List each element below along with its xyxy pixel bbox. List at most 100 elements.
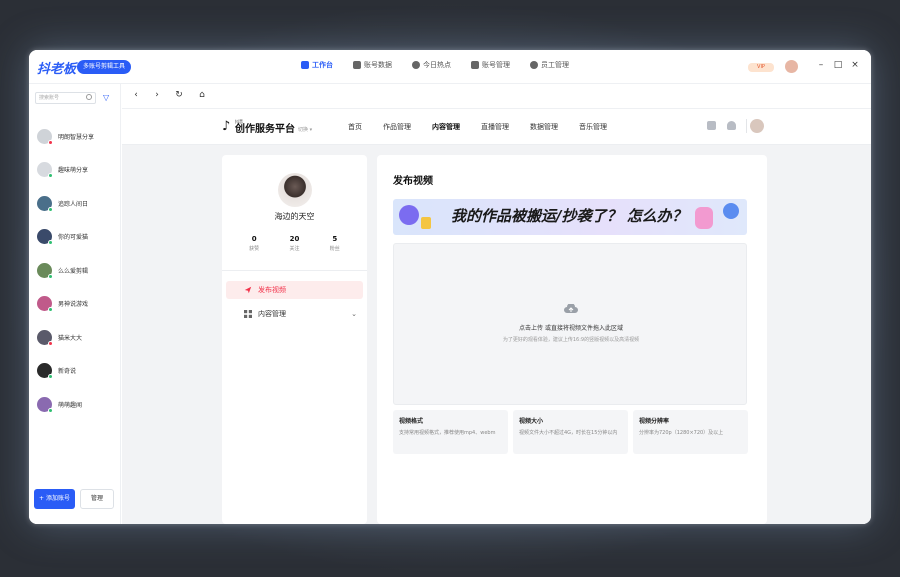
info-card-title: 视频分辨率: [639, 418, 670, 425]
avatar: [37, 396, 53, 413]
status-dot: [48, 273, 53, 279]
avatar: [37, 262, 53, 279]
stat-value: 5: [332, 235, 338, 243]
manage-button[interactable]: 管理: [80, 489, 114, 509]
user-avatar[interactable]: [785, 60, 798, 73]
info-card-desc: 分辨率为720p（1280×720）及以上: [639, 430, 724, 436]
site-switch[interactable]: 切换 ▾: [298, 126, 312, 133]
chart-icon: [353, 61, 361, 69]
avatar: [37, 329, 53, 346]
status-dot: [48, 139, 53, 145]
site-title: 创作服务平台: [235, 124, 295, 135]
minimize-button[interactable]: –: [816, 60, 826, 70]
menu-label: 发布视频: [258, 286, 286, 294]
account-item[interactable]: 萌萌趣闻: [29, 392, 121, 416]
bell-icon[interactable]: [727, 121, 736, 130]
stat-label: 粉丝: [329, 246, 340, 252]
account-name: 猫米大大: [58, 334, 83, 342]
account-item[interactable]: 新奇说: [29, 358, 121, 382]
avatar: [37, 195, 53, 212]
account-name: 萌萌趣闻: [58, 401, 83, 409]
topnav-account-management[interactable]: 账号管理: [471, 60, 510, 70]
site-header: ♪ 抖音 创作服务平台 切换 ▾ 首页 作品管理 内容管理 直播管理 数据管理 …: [122, 109, 871, 145]
close-button[interactable]: ×: [850, 60, 860, 70]
site-logo[interactable]: ♪ 抖音 创作服务平台 切换 ▾: [222, 119, 312, 135]
account-item[interactable]: 么么爱剪辑: [29, 258, 121, 282]
avatar: [37, 128, 53, 145]
site-nav-data[interactable]: 数据管理: [530, 122, 558, 132]
back-button[interactable]: ‹: [130, 90, 142, 100]
topnav-workbench[interactable]: 工作台: [301, 60, 333, 70]
account-name: 你的可爱猫: [58, 233, 89, 241]
maximize-button[interactable]: □: [833, 60, 843, 70]
info-card-title: 视频格式: [399, 418, 424, 425]
vip-badge[interactable]: VIP: [748, 63, 774, 72]
stat-following: 20 关注: [279, 235, 309, 252]
avatar: [37, 295, 53, 312]
search-icon[interactable]: [86, 94, 92, 100]
promo-banner[interactable]: 我的作品被搬运/抄袭了？ 怎么办？: [393, 199, 747, 235]
app-badge: 多账号剪辑工具: [77, 60, 132, 74]
account-name: 男神说游戏: [58, 300, 89, 308]
upload-dropzone[interactable]: 点击上传 或直接将视频文件拖入此区域 为了更好的观看体验，建议上传16:9的竖版…: [393, 243, 747, 405]
account-item[interactable]: 猫米大大: [29, 325, 121, 349]
site-nav-live[interactable]: 直播管理: [481, 122, 509, 132]
site-nav: 首页 作品管理 内容管理 直播管理 数据管理 音乐管理: [348, 122, 628, 132]
title-bar: 抖老板 多账号剪辑工具 工作台 账号数据 今日热点 账号管理 员工管理 VIP …: [29, 50, 871, 84]
menu-publish-video[interactable]: 发布视频: [226, 281, 363, 299]
menu-content-management[interactable]: 内容管理 ⌄: [226, 305, 363, 323]
banner-text: 我的作品被搬运/抄袭了？ 怎么办？: [451, 207, 687, 225]
account-name: 么么爱剪辑: [58, 267, 89, 275]
info-card-desc: 支持常用视频格式，推荐使用mp4、webm: [399, 430, 496, 436]
account-name: 明朗智慧分享: [58, 133, 95, 141]
avatar: [37, 362, 53, 379]
topnav-staff-management[interactable]: 员工管理: [530, 60, 569, 70]
forward-button[interactable]: ›: [151, 90, 163, 100]
account-item[interactable]: 男神说游戏: [29, 291, 121, 315]
site-nav-home[interactable]: 首页: [348, 122, 362, 132]
header-avatar[interactable]: [750, 119, 764, 133]
topnav-hot-topics[interactable]: 今日热点: [412, 60, 451, 70]
avatar: [37, 228, 53, 245]
app-window: 抖老板 多账号剪辑工具 工作台 账号数据 今日热点 账号管理 员工管理 VIP …: [29, 50, 871, 524]
profile-name: 海边的天空: [274, 212, 315, 221]
account-item[interactable]: 追踪人间日: [29, 191, 121, 215]
account-item[interactable]: 你的可爱猫: [29, 224, 121, 248]
filter-icon[interactable]: ▽: [103, 93, 109, 102]
banner-decoration-icon: [421, 217, 431, 229]
stat-label: 关注: [289, 246, 300, 252]
stat-followers: 5 粉丝: [320, 235, 350, 252]
account-item[interactable]: 明朗智慧分享: [29, 124, 121, 148]
account-item[interactable]: 趣味萌分享: [29, 157, 121, 181]
header-divider: [746, 119, 747, 133]
site-nav-works[interactable]: 作品管理: [383, 122, 411, 132]
site-nav-music[interactable]: 音乐管理: [579, 122, 607, 132]
status-dot: [48, 239, 53, 245]
add-account-button[interactable]: + 添加账号: [34, 489, 75, 509]
tiktok-icon: ♪: [222, 119, 231, 134]
topnav-label: 工作台: [312, 61, 333, 69]
info-card-title: 视频大小: [519, 418, 544, 425]
refresh-button[interactable]: ↻: [173, 90, 185, 100]
grid-icon: [301, 61, 309, 69]
grid-icon: [244, 310, 252, 318]
info-card-format: 视频格式 支持常用视频格式，推荐使用mp4、webm: [393, 410, 508, 454]
status-dot: [48, 340, 53, 346]
topnav-label: 账号数据: [364, 61, 392, 69]
account-name: 趣味萌分享: [58, 166, 89, 174]
profile-stats: 0 获赞 20 关注 5 粉丝: [222, 235, 367, 252]
user-icon: [530, 61, 538, 69]
info-card-desc: 视频文件大小不超过4G，时长在15分钟以内: [519, 430, 618, 436]
home-button[interactable]: ⌂: [196, 90, 208, 100]
status-dot: [48, 306, 53, 312]
graduation-cap-icon[interactable]: [707, 121, 716, 130]
stat-likes: 0 获赞: [239, 235, 269, 252]
info-card-size: 视频大小 视频文件大小不超过4G，时长在15分钟以内: [513, 410, 628, 454]
menu-label: 内容管理: [258, 310, 286, 318]
profile-avatar[interactable]: [278, 173, 312, 207]
cloud-upload-icon: [564, 304, 578, 313]
site-nav-content[interactable]: 内容管理: [432, 122, 460, 132]
topnav-account-data[interactable]: 账号数据: [353, 60, 392, 70]
banner-decoration-icon: [723, 203, 739, 219]
chevron-down-icon: ⌄: [351, 310, 357, 318]
